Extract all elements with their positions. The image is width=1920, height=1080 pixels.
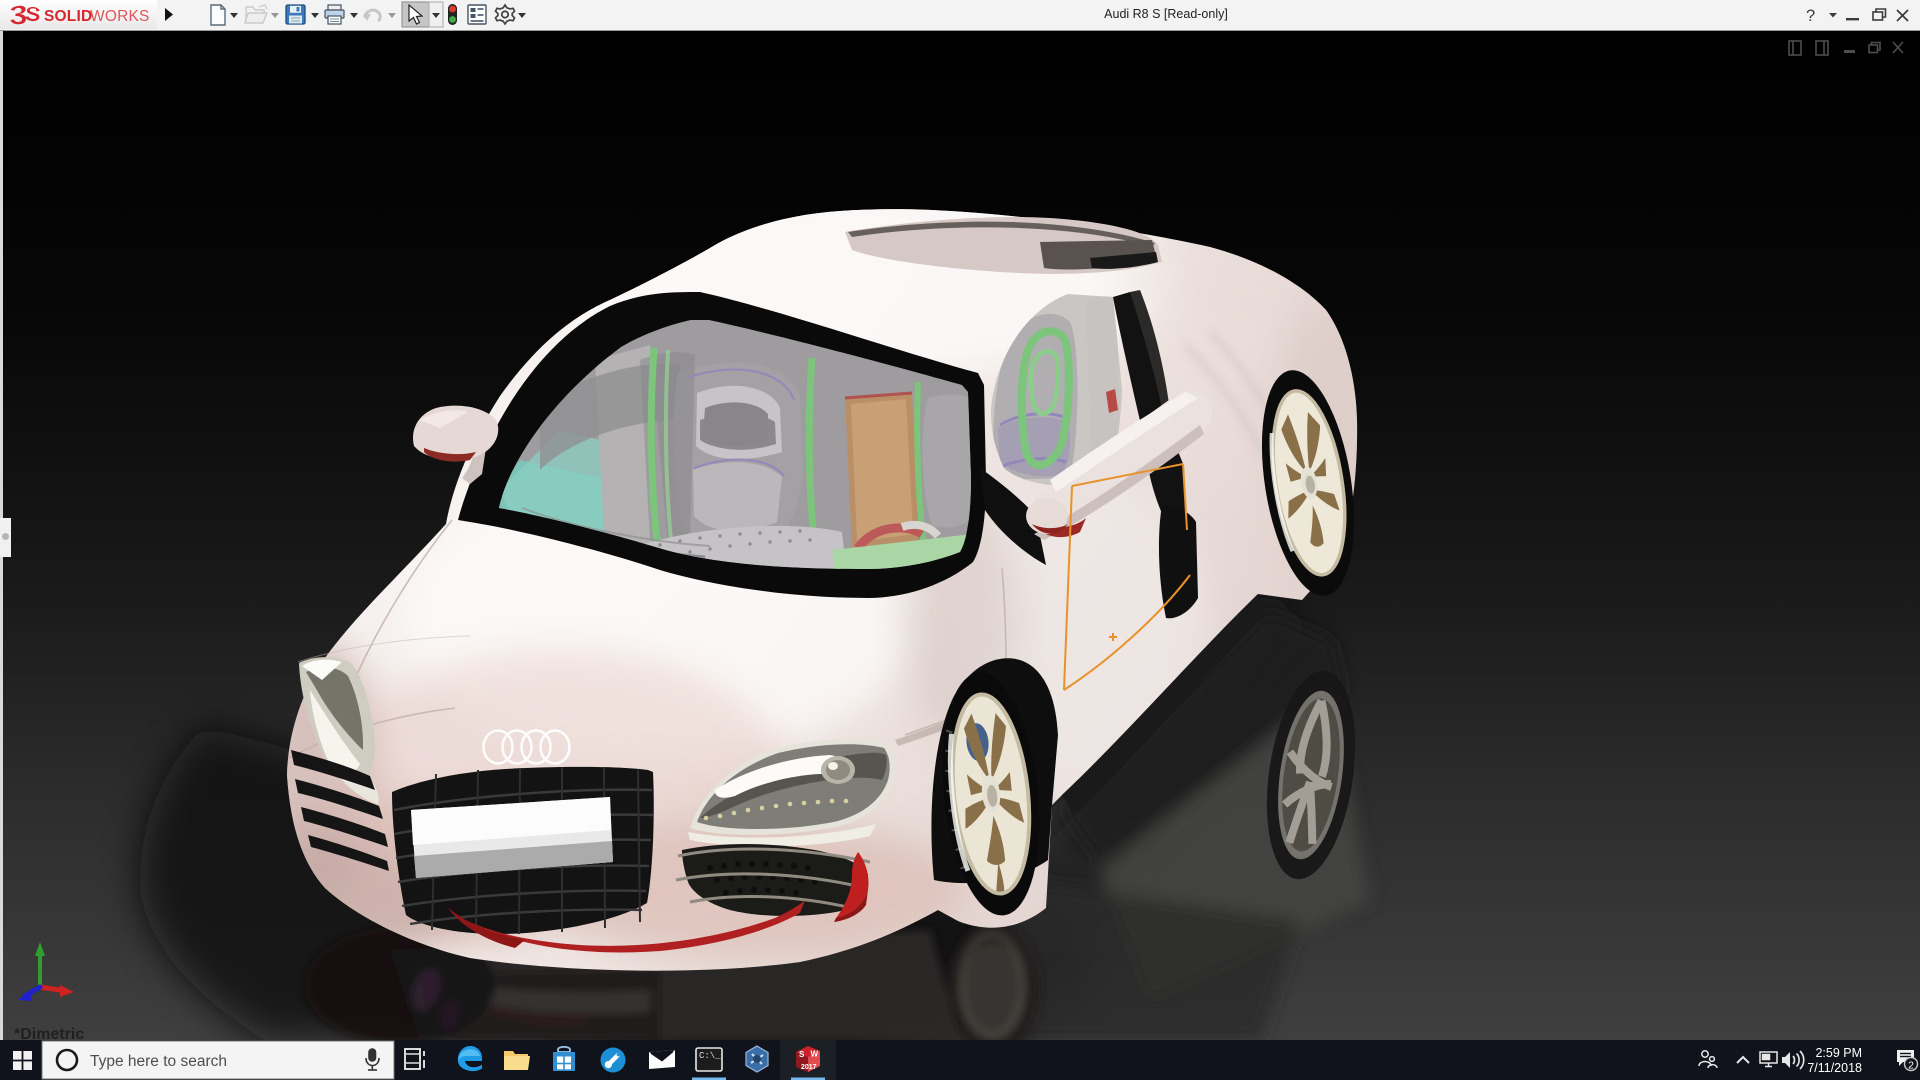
svg-text:SOLID: SOLID xyxy=(44,8,92,25)
svg-text:Type here to search: Type here to search xyxy=(90,1053,227,1070)
svg-text:S: S xyxy=(799,1050,805,1059)
svg-text:2: 2 xyxy=(1908,1060,1914,1072)
svg-text:C:\_: C:\_ xyxy=(699,1051,721,1061)
svg-text:?: ? xyxy=(1806,7,1815,25)
svg-text:2017: 2017 xyxy=(801,1064,817,1071)
svg-text:W: W xyxy=(811,1050,819,1059)
svg-text:2:59 PM: 2:59 PM xyxy=(1815,1046,1862,1060)
svg-text:7/11/2018: 7/11/2018 xyxy=(1807,1061,1862,1075)
svg-text:WORKS: WORKS xyxy=(90,8,150,25)
